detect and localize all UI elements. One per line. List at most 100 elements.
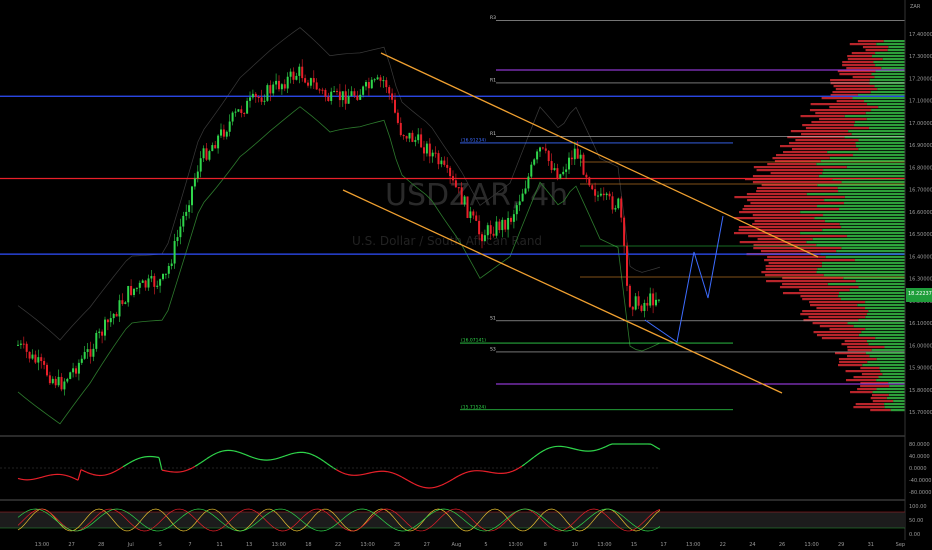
candle-body (460, 187, 463, 205)
vp-buy-bar (888, 46, 905, 49)
vp-buy-bar (865, 328, 905, 331)
vp-sell-bar (753, 166, 847, 169)
vp-buy-bar (853, 325, 905, 328)
candle-body (359, 94, 362, 100)
candle-body (544, 148, 547, 151)
time-tick-label: 13:00 (686, 542, 700, 548)
candle-body (106, 319, 109, 323)
candle-body (25, 343, 28, 352)
candle-body (266, 85, 269, 101)
candle-body (524, 188, 527, 194)
vp-buy-bar (869, 79, 905, 82)
momentum-segment (155, 456, 160, 459)
candle-body (220, 129, 222, 136)
candle-body (562, 171, 565, 175)
vp-sell-bar (779, 145, 856, 148)
momentum-segment (389, 471, 394, 474)
time-tick-label: 13:00 (597, 542, 611, 548)
vp-sell-bar (834, 352, 866, 355)
candle-body (626, 245, 628, 286)
candle-body (153, 276, 156, 287)
momentum-segment (422, 486, 427, 489)
vp-sell-bar (847, 349, 872, 352)
vp-sell-bar (757, 238, 813, 241)
candle-body (594, 189, 597, 196)
vp-buy-bar (879, 367, 905, 370)
vp-sell-bar (819, 118, 867, 121)
vp-buy-bar (880, 370, 905, 373)
vp-sell-bar (760, 250, 837, 253)
candle-body (602, 193, 605, 196)
stochastic-tick-label: 50.00 (909, 518, 923, 524)
momentum-segment (179, 470, 184, 473)
candle-body (179, 226, 182, 238)
momentum-segment (92, 473, 97, 476)
candle-body (330, 91, 333, 101)
candle-body (95, 332, 98, 349)
vp-buy-bar (858, 148, 905, 151)
candle-body (133, 288, 135, 295)
candle-body (298, 66, 301, 76)
vp-buy-bar (847, 322, 905, 325)
vp-buy-bar (846, 166, 905, 169)
candle-body (628, 285, 631, 307)
vp-buy-bar (844, 196, 905, 199)
candle-body (652, 293, 655, 306)
time-tick-label: 25 (394, 542, 400, 548)
pivot-label: R1 (490, 77, 496, 83)
momentum-segment (182, 470, 187, 472)
candle-body (457, 187, 460, 189)
candle-body (611, 196, 614, 210)
vp-sell-bar (770, 172, 823, 175)
candle-body (504, 219, 507, 230)
vp-sell-bar (849, 43, 877, 46)
vp-sell-bar (752, 214, 824, 217)
candle-body (614, 208, 617, 210)
candle-body (327, 96, 330, 101)
vp-buy-bar (821, 262, 905, 265)
candle-body (115, 313, 118, 317)
time-tick-label: 13:00 (360, 542, 374, 548)
candle-body (463, 196, 466, 205)
candle-body (472, 211, 475, 216)
candle-body (318, 89, 321, 91)
vp-buy-bar (862, 364, 905, 367)
candle-body (530, 164, 533, 177)
vp-sell-bar (851, 52, 876, 55)
momentum-segment (38, 476, 43, 479)
vp-buy-bar (868, 310, 905, 313)
vp-buy-bar (871, 73, 905, 76)
candle-body (394, 99, 396, 113)
time-tick-label: 8 (544, 542, 547, 548)
vp-buy-bar (817, 268, 905, 271)
vp-sell-bar (872, 400, 894, 403)
candle-body (304, 78, 307, 83)
vp-sell-bar (805, 127, 869, 130)
candle-body (423, 147, 425, 154)
candle-body (408, 132, 411, 139)
candle-body (118, 300, 121, 317)
chart-canvas[interactable]: USDZAR, 4h U.S. Dollar / South African R… (0, 0, 932, 550)
candle-body (573, 148, 576, 160)
candle-body (402, 135, 405, 137)
currency-label: ZAR (910, 4, 921, 10)
vp-buy-bar (846, 235, 905, 238)
fib-label: (15.71524) (461, 404, 486, 410)
candle-body (643, 302, 646, 311)
vp-sell-bar (821, 97, 853, 100)
time-tick-label: 27 (68, 542, 74, 548)
vp-sell-bar (839, 73, 872, 76)
candle-body (539, 147, 541, 152)
vp-buy-bar (868, 343, 905, 346)
candle-body (454, 180, 457, 188)
vp-sell-bar (768, 262, 822, 265)
vp-buy-bar (824, 220, 905, 223)
vp-sell-bar (748, 235, 847, 238)
candle-body (307, 82, 309, 86)
candle-body (164, 273, 167, 275)
candle-body (536, 151, 539, 160)
vp-sell-bar (813, 331, 862, 334)
candle-body (579, 154, 582, 159)
vp-sell-bar (838, 358, 877, 361)
vp-buy-bar (853, 154, 905, 157)
